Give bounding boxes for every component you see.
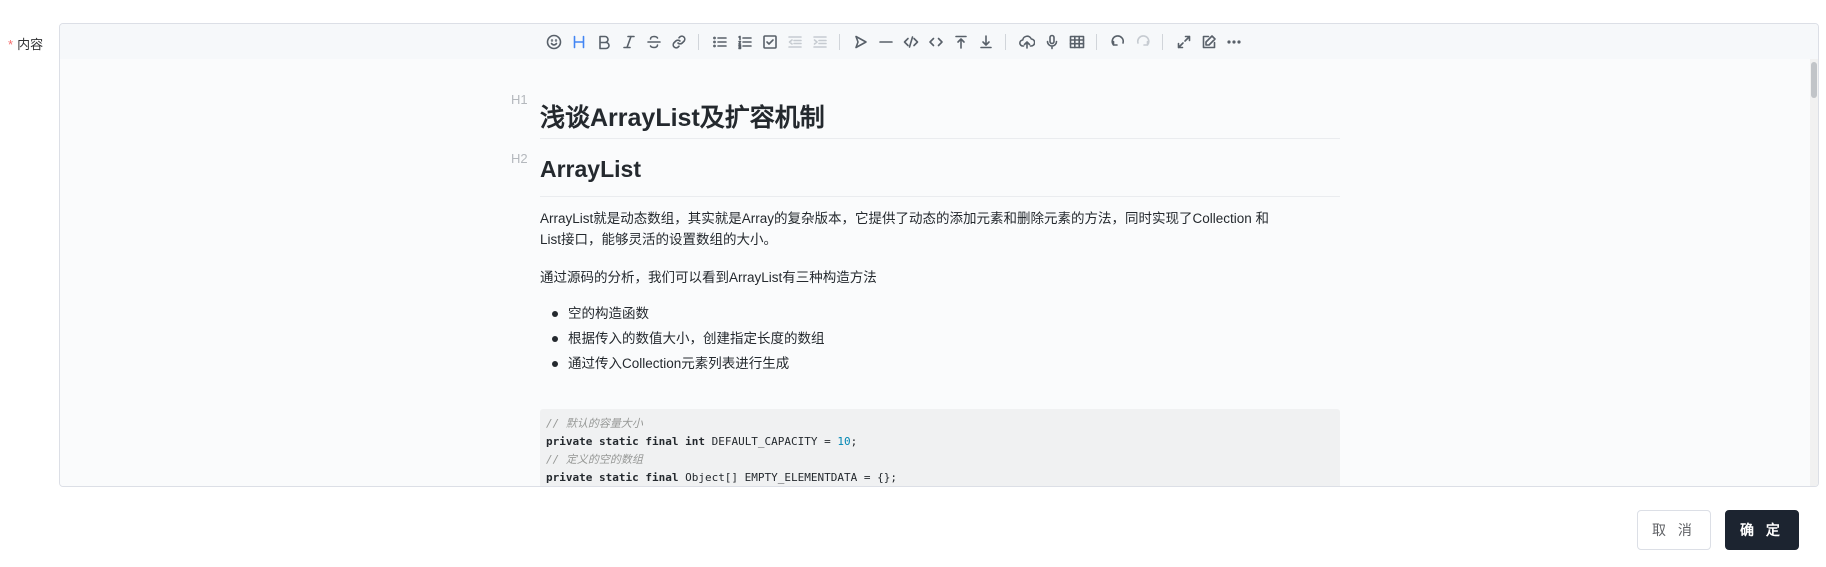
required-mark: * [8, 37, 14, 52]
headings-icon[interactable] [570, 33, 588, 51]
editor-content[interactable]: H1 浅谈ArrayList及扩容机制 H2 ArrayList ArrayLi… [60, 59, 1818, 486]
toolbar-divider [698, 34, 699, 50]
content-label: * 内容 [8, 34, 43, 53]
more-icon[interactable] [1225, 33, 1243, 51]
toolbar-divider [1096, 34, 1097, 50]
outdent-icon[interactable] [786, 33, 804, 51]
code-line: private static final Object[] EMPTY_ELEM… [546, 469, 1334, 486]
editor-scrollbar-thumb[interactable] [1811, 62, 1817, 98]
paragraph-line: ArrayList就是动态数组，其实就是Array的复杂版本，它提供了动态的添加… [540, 211, 1270, 226]
toolbar-divider [839, 34, 840, 50]
quote-icon[interactable] [852, 33, 870, 51]
section-heading: ArrayList [540, 156, 1340, 197]
redo-icon[interactable] [1134, 33, 1152, 51]
list-item: 通过传入Collection元素列表进行生成 [540, 351, 1330, 376]
code-text: DEFAULT_CAPACITY = [704, 435, 838, 448]
bullet-list: 空的构造函数 根据传入的数值大小，创建指定长度的数组 通过传入Collectio… [540, 301, 1330, 376]
content-label-text: 内容 [17, 37, 44, 52]
h2-marker: H2 [511, 151, 528, 166]
insert-before-icon[interactable] [952, 33, 970, 51]
markdown-editor[interactable]: H1 浅谈ArrayList及扩容机制 H2 ArrayList ArrayLi… [59, 23, 1819, 487]
code-comment: // 默认的容量大小 [546, 417, 643, 430]
list-item: 根据传入的数值大小，创建指定长度的数组 [540, 326, 1330, 351]
strike-icon[interactable] [645, 33, 663, 51]
code-block: // 默认的容量大小 private static final int DEFA… [540, 409, 1340, 486]
edit-mode-icon[interactable] [1200, 33, 1218, 51]
paragraph-constructors: 通过源码的分析，我们可以看到ArrayList有三种构造方法 [540, 270, 877, 285]
code-line: private static final int DEFAULT_CAPACIT… [546, 433, 1334, 451]
code-keyword: private static final int [546, 435, 705, 448]
code-number: 10 [837, 435, 851, 448]
document-title: 浅谈ArrayList及扩容机制 [540, 98, 1340, 139]
confirm-button[interactable]: 确 定 [1725, 510, 1799, 550]
upload-icon[interactable] [1018, 33, 1036, 51]
code-comment: // 定义的空的数组 [546, 453, 643, 466]
code-icon[interactable] [902, 33, 920, 51]
check-icon[interactable] [761, 33, 779, 51]
italic-icon[interactable] [620, 33, 638, 51]
fullscreen-icon[interactable] [1175, 33, 1193, 51]
list-item: 空的构造函数 [540, 301, 1330, 326]
code-text: Object[] EMPTY_ELEMENTDATA = {}; [678, 471, 897, 484]
editor-toolbar [60, 24, 1818, 60]
record-icon[interactable] [1043, 33, 1061, 51]
line-icon[interactable] [877, 33, 895, 51]
indent-icon[interactable] [811, 33, 829, 51]
ordered-list-icon[interactable] [736, 33, 754, 51]
paragraph-intro: ArrayList就是动态数组，其实就是Array的复杂版本，它提供了动态的添加… [540, 208, 1330, 250]
inline-code-icon[interactable] [927, 33, 945, 51]
insert-after-icon[interactable] [977, 33, 995, 51]
toolbar-divider [1162, 34, 1163, 50]
emoji-icon[interactable] [545, 33, 563, 51]
cancel-button[interactable]: 取 消 [1637, 510, 1711, 550]
bold-icon[interactable] [595, 33, 613, 51]
link-icon[interactable] [670, 33, 688, 51]
h1-marker: H1 [511, 92, 528, 107]
toolbar-divider [1005, 34, 1006, 50]
code-text: ; [850, 435, 858, 448]
code-keyword: private static final [546, 471, 679, 484]
list-icon[interactable] [711, 33, 729, 51]
paragraph-line: List接口，能够灵活的设置数组的大小。 [540, 232, 778, 247]
table-icon[interactable] [1068, 33, 1086, 51]
undo-icon[interactable] [1109, 33, 1127, 51]
editor-scrollbar[interactable] [1810, 59, 1818, 486]
